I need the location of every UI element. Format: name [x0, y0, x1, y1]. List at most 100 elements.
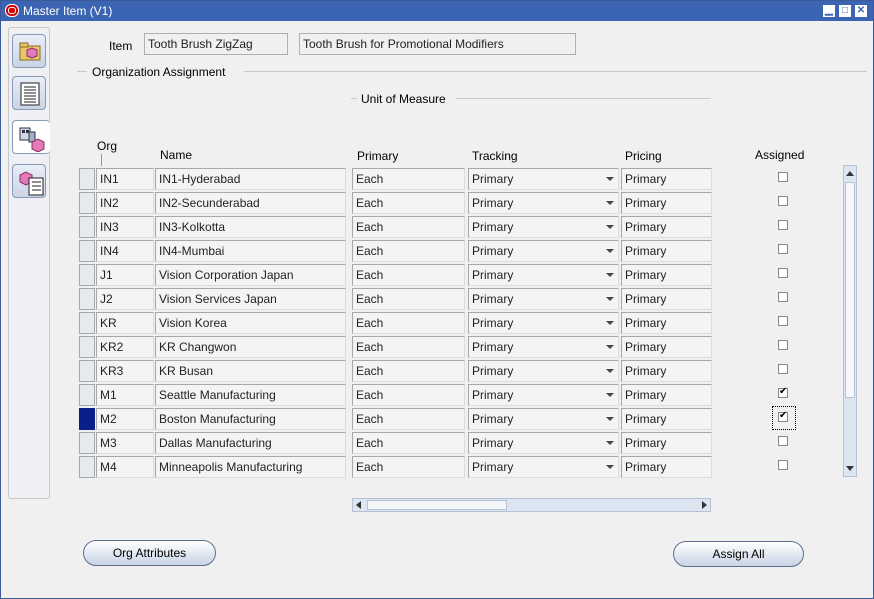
org-code-cell[interactable]: J2 — [96, 288, 154, 310]
chevron-down-icon[interactable] — [606, 225, 614, 229]
org-code-cell[interactable]: IN1 — [96, 168, 154, 190]
tracking-select[interactable]: Primary — [468, 288, 619, 310]
org-code-cell[interactable]: M4 — [96, 456, 154, 478]
primary-uom-cell[interactable]: Each — [352, 360, 465, 382]
org-name-cell[interactable]: IN2-Secunderabad — [155, 192, 346, 214]
side-tab-list[interactable] — [12, 76, 46, 110]
pricing-cell[interactable]: Primary — [621, 288, 712, 310]
tracking-select[interactable]: Primary — [468, 360, 619, 382]
primary-uom-cell[interactable]: Each — [352, 336, 465, 358]
row-selector[interactable] — [79, 312, 95, 334]
chevron-down-icon[interactable] — [606, 417, 614, 421]
primary-uom-cell[interactable]: Each — [352, 384, 465, 406]
chevron-down-icon[interactable] — [606, 273, 614, 277]
org-name-cell[interactable]: Seattle Manufacturing — [155, 384, 346, 406]
row-selector[interactable] — [79, 240, 95, 262]
pricing-cell[interactable]: Primary — [621, 192, 712, 214]
org-name-cell[interactable]: Boston Manufacturing — [155, 408, 346, 430]
tracking-select[interactable]: Primary — [468, 192, 619, 214]
primary-uom-cell[interactable]: Each — [352, 264, 465, 286]
row-selector[interactable] — [79, 384, 95, 406]
primary-uom-cell[interactable]: Each — [352, 288, 465, 310]
row-selector[interactable] — [79, 336, 95, 358]
assign-all-button[interactable]: Assign All — [673, 541, 804, 567]
assigned-checkbox[interactable] — [778, 172, 788, 182]
primary-uom-cell[interactable]: Each — [352, 456, 465, 478]
row-selector[interactable] — [79, 456, 95, 478]
tracking-select[interactable]: Primary — [468, 408, 619, 430]
pricing-cell[interactable]: Primary — [621, 384, 712, 406]
chevron-down-icon[interactable] — [606, 441, 614, 445]
scroll-right-arrow-icon[interactable] — [702, 501, 707, 509]
assigned-checkbox[interactable] — [778, 196, 788, 206]
tracking-select[interactable]: Primary — [468, 456, 619, 478]
row-selector[interactable] — [79, 216, 95, 238]
org-name-cell[interactable]: Vision Korea — [155, 312, 346, 334]
tracking-select[interactable]: Primary — [468, 264, 619, 286]
primary-uom-cell[interactable]: Each — [352, 216, 465, 238]
chevron-down-icon[interactable] — [606, 345, 614, 349]
chevron-down-icon[interactable] — [606, 393, 614, 397]
org-name-cell[interactable]: IN3-Kolkotta — [155, 216, 346, 238]
chevron-down-icon[interactable] — [606, 465, 614, 469]
row-selector[interactable] — [79, 192, 95, 214]
org-code-cell[interactable]: KR3 — [96, 360, 154, 382]
org-name-cell[interactable]: Minneapolis Manufacturing — [155, 456, 346, 478]
item-field[interactable]: Tooth Brush ZigZag — [144, 33, 288, 55]
side-tab-organization[interactable] — [12, 120, 50, 154]
org-name-cell[interactable]: KR Busan — [155, 360, 346, 382]
org-code-cell[interactable]: M3 — [96, 432, 154, 454]
primary-uom-cell[interactable]: Each — [352, 432, 465, 454]
assigned-checkbox[interactable] — [778, 364, 788, 374]
assigned-checkbox[interactable] — [778, 388, 788, 398]
vertical-scroll-thumb[interactable] — [845, 182, 855, 398]
primary-uom-cell[interactable]: Each — [352, 192, 465, 214]
chevron-down-icon[interactable] — [606, 321, 614, 325]
pricing-cell[interactable]: Primary — [621, 432, 712, 454]
scroll-up-arrow-icon[interactable] — [846, 171, 854, 176]
pricing-cell[interactable]: Primary — [621, 240, 712, 262]
assigned-checkbox[interactable] — [778, 340, 788, 350]
org-code-cell[interactable]: KR — [96, 312, 154, 334]
title-bar[interactable]: Master Item (V1) ▁ □ ✕ — [1, 1, 873, 21]
chevron-down-icon[interactable] — [606, 177, 614, 181]
assigned-checkbox[interactable] — [778, 460, 788, 470]
assigned-checkbox[interactable] — [778, 220, 788, 230]
chevron-down-icon[interactable] — [606, 249, 614, 253]
item-description-field[interactable]: Tooth Brush for Promotional Modifiers — [299, 33, 576, 55]
chevron-down-icon[interactable] — [606, 201, 614, 205]
assigned-checkbox[interactable] — [778, 436, 788, 446]
row-selector[interactable] — [79, 360, 95, 382]
row-selector[interactable] — [79, 432, 95, 454]
org-name-cell[interactable]: IN1-Hyderabad — [155, 168, 346, 190]
org-code-cell[interactable]: M1 — [96, 384, 154, 406]
pricing-cell[interactable]: Primary — [621, 312, 712, 334]
close-button[interactable]: ✕ — [855, 5, 867, 17]
scroll-left-arrow-icon[interactable] — [356, 501, 361, 509]
org-code-cell[interactable]: M2 — [96, 408, 154, 430]
row-selector[interactable] — [79, 168, 95, 190]
primary-uom-cell[interactable]: Each — [352, 168, 465, 190]
assigned-checkbox[interactable] — [778, 316, 788, 326]
minimize-button[interactable]: ▁ — [823, 5, 835, 17]
horizontal-scroll-thumb[interactable] — [367, 500, 507, 510]
tracking-select[interactable]: Primary — [468, 336, 619, 358]
chevron-down-icon[interactable] — [606, 369, 614, 373]
assigned-checkbox[interactable] — [778, 268, 788, 278]
primary-uom-cell[interactable]: Each — [352, 408, 465, 430]
side-tab-item-list[interactable] — [12, 164, 46, 198]
org-attributes-button[interactable]: Org Attributes — [83, 540, 216, 566]
tracking-select[interactable]: Primary — [468, 384, 619, 406]
pricing-cell[interactable]: Primary — [621, 336, 712, 358]
org-code-cell[interactable]: KR2 — [96, 336, 154, 358]
tracking-select[interactable]: Primary — [468, 240, 619, 262]
tracking-select[interactable]: Primary — [468, 312, 619, 334]
row-selector[interactable] — [79, 408, 95, 430]
primary-uom-cell[interactable]: Each — [352, 312, 465, 334]
row-selector[interactable] — [79, 288, 95, 310]
org-name-cell[interactable]: IN4-Mumbai — [155, 240, 346, 262]
org-code-cell[interactable]: IN3 — [96, 216, 154, 238]
pricing-cell[interactable]: Primary — [621, 408, 712, 430]
maximize-button[interactable]: □ — [839, 5, 851, 17]
tracking-select[interactable]: Primary — [468, 168, 619, 190]
